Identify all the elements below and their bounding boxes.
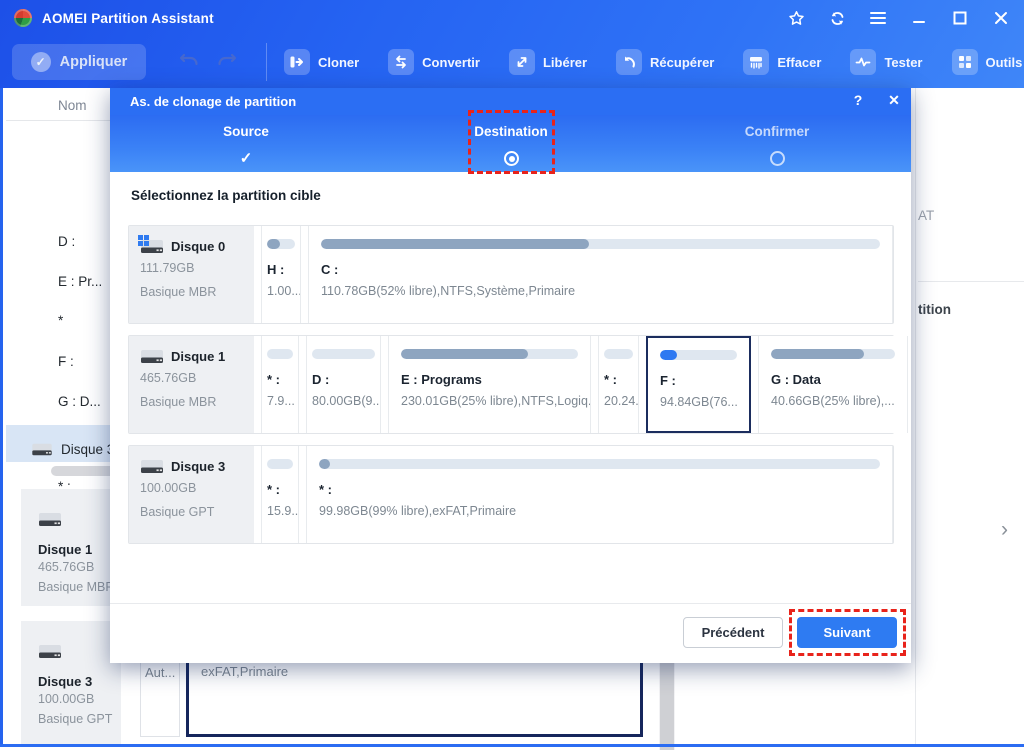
footer-divider — [110, 603, 911, 604]
step-pending-radio-icon — [769, 150, 785, 166]
partition-cell-f-selected[interactable]: F : 94.84GB(76... — [646, 336, 751, 433]
check-circle-icon: ✓ — [30, 52, 51, 72]
partition-cell-g[interactable]: G : Data 40.66GB(25% libre),... — [758, 336, 908, 433]
step-current-radio-icon — [503, 150, 519, 166]
disk-row-0: Disque 0 111.79GB Basique MBR H : 1.00..… — [128, 225, 894, 324]
list-item[interactable]: D : — [58, 234, 75, 249]
app-title: AOMEI Partition Assistant — [42, 10, 214, 26]
dialog-titlebar: As. de clonage de partition ? ✕ — [110, 88, 911, 115]
disk-name: Disque 3 — [38, 674, 93, 689]
toolbar: ✓ Appliquer Cloner Convertir Libérer Réc… — [0, 36, 1024, 88]
partition-cell[interactable]: * : 15.9... — [261, 446, 299, 543]
dialog-title: As. de clonage de partition — [130, 94, 297, 109]
step-confirmer: Confirmer — [677, 124, 877, 168]
maximize-icon[interactable] — [951, 9, 969, 27]
clone-wizard-dialog: As. de clonage de partition ? ✕ Source ✓… — [110, 88, 911, 663]
clone-icon — [284, 49, 310, 75]
list-item[interactable]: G : D... — [58, 394, 101, 409]
disk-name: Disque 1 — [38, 542, 93, 557]
titlebar: AOMEI Partition Assistant — [0, 0, 1024, 36]
step-destination: Destination — [411, 124, 611, 168]
right-info-panel: AT tition › — [915, 88, 1024, 744]
truncated-text: tition — [918, 302, 951, 317]
partition-cell-h[interactable]: H : 1.00... — [261, 226, 301, 323]
app-window: AOMEI Partition Assistant ✓ Appliquer Cl… — [0, 0, 1024, 750]
dialog-close-icon[interactable]: ✕ — [885, 92, 903, 109]
favorite-star-icon[interactable] — [787, 9, 805, 27]
tool-recuperer[interactable]: Récupérer — [616, 49, 714, 75]
tool-convertir[interactable]: Convertir — [388, 49, 480, 75]
disk-icon — [38, 513, 62, 532]
window-chrome: AOMEI Partition Assistant ✓ Appliquer Cl… — [0, 0, 1024, 88]
disk-size: 100.00GB — [38, 692, 95, 706]
menu-icon[interactable] — [869, 9, 887, 27]
window-bottom-border — [0, 744, 1024, 747]
partition-cell[interactable]: * : 7.9... — [261, 336, 299, 433]
tool-liberer[interactable]: Libérer — [508, 49, 587, 75]
disk-icon — [38, 645, 62, 664]
minimize-icon[interactable] — [910, 9, 928, 27]
disk-size: 465.76GB — [38, 560, 95, 574]
tools-grid-icon — [951, 49, 978, 75]
tool-tester[interactable]: Tester — [850, 49, 923, 75]
disk-row-1: Disque 1 465.76GB Basique MBR * : 7.9...… — [128, 335, 908, 434]
stepper-connector — [525, 179, 765, 181]
disk-panel: Disque 0 111.79GB Basique MBR — [129, 226, 254, 323]
partition-cell[interactable]: * : 99.98GB(99% libre),exFAT,Primaire — [306, 446, 893, 543]
disk1-panel[interactable]: Disque 1 465.76GB Basique MBR — [21, 489, 121, 606]
disk-type: Basique GPT — [38, 712, 113, 726]
disk-panel: Disque 1 465.76GB Basique MBR — [129, 336, 254, 433]
help-icon[interactable]: ? — [849, 92, 867, 108]
disk-row-3: Disque 3 100.00GB Basique GPT * : 15.9..… — [128, 445, 894, 544]
panel-divider — [918, 281, 1024, 282]
wizard-stepper: Source ✓ Destination Confirmer — [110, 110, 911, 181]
tool-effacer[interactable]: Effacer — [743, 49, 821, 75]
partition-cell-d[interactable]: D : 80.00GB(9... — [306, 336, 381, 433]
undo-icon[interactable] — [178, 51, 200, 74]
disk-icon — [140, 458, 164, 475]
column-header-name: Nom — [58, 98, 87, 113]
app-logo-icon — [14, 9, 32, 27]
list-item[interactable]: F : — [58, 354, 74, 369]
partition-cell-e[interactable]: E : Programs 230.01GB(25% libre),NTFS,Lo… — [388, 336, 591, 433]
recover-icon — [616, 49, 643, 75]
tool-outils[interactable]: Outils — [951, 49, 1022, 75]
refresh-icon[interactable] — [828, 9, 846, 27]
disk-icon — [31, 442, 53, 457]
disk3-panel[interactable]: Disque 3 100.00GB Basique GPT — [21, 621, 121, 745]
toolbar-divider — [266, 43, 267, 81]
close-icon[interactable] — [992, 9, 1010, 27]
disk-icon — [140, 348, 164, 365]
step-source: Source ✓ — [223, 124, 269, 167]
collapse-chevron-icon[interactable]: › — [1001, 518, 1008, 542]
list-item-disk3[interactable]: Disque 3 — [31, 442, 114, 457]
free-space-icon — [508, 49, 535, 75]
test-pulse-icon — [850, 49, 877, 75]
redo-icon[interactable] — [216, 51, 238, 74]
partition-cell-c[interactable]: C : 110.78GB(52% libre),NTFS,Système,Pri… — [308, 226, 893, 323]
list-item[interactable]: E : Pr... — [58, 274, 102, 289]
convert-icon — [388, 49, 415, 75]
disk-type: Basique MBR — [38, 580, 115, 594]
system-disk-icon — [138, 235, 164, 255]
partition-cell[interactable]: * : 20.24... — [598, 336, 639, 433]
tool-cloner[interactable]: Cloner — [284, 49, 359, 75]
disk-panel: Disque 3 100.00GB Basique GPT — [129, 446, 254, 543]
truncated-text: AT — [918, 208, 935, 223]
back-button[interactable]: Précédent — [683, 617, 783, 648]
list-item[interactable]: * — [58, 313, 63, 328]
windows-logo-badge — [138, 235, 149, 246]
step-done-check-icon: ✓ — [239, 150, 253, 167]
stepper-connector — [260, 179, 500, 181]
section-title: Sélectionnez la partition cible — [131, 188, 321, 203]
next-button[interactable]: Suivant — [797, 617, 897, 648]
wipe-shredder-icon — [743, 49, 770, 75]
apply-button[interactable]: ✓ Appliquer — [12, 44, 146, 80]
